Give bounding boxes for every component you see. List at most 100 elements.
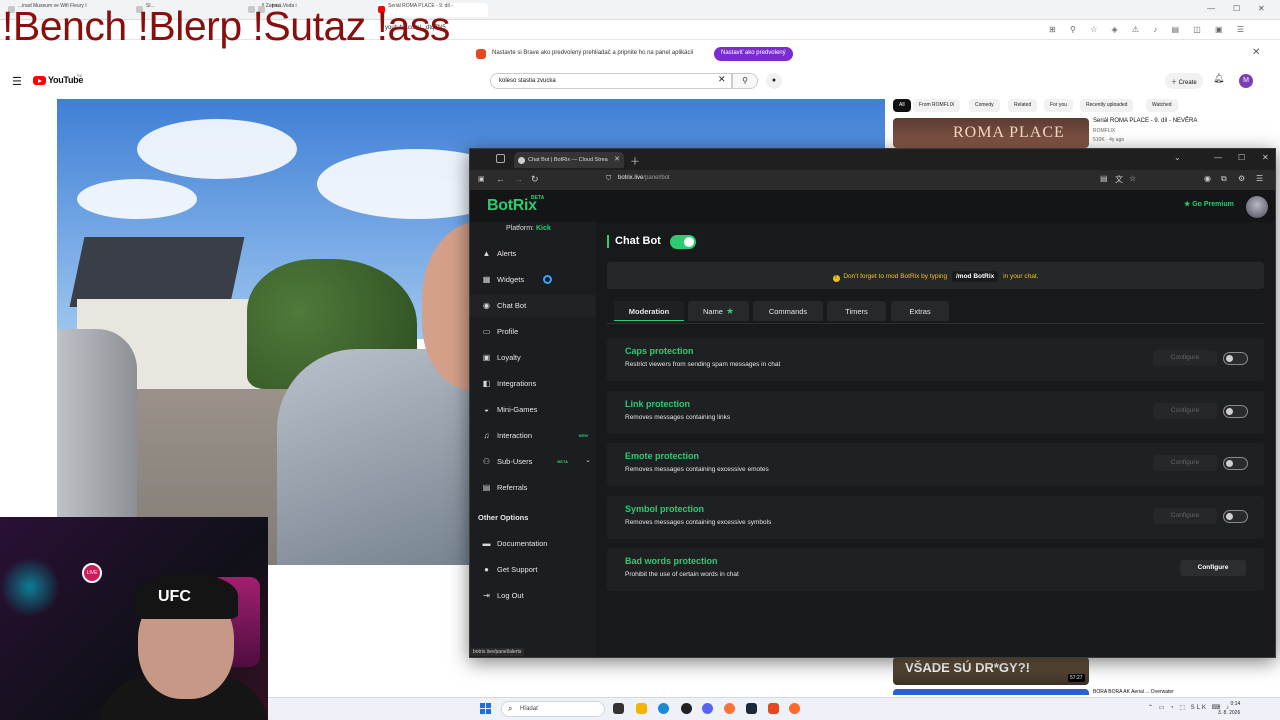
background-toolbar-icons[interactable]: ⊞ ⚲ ☆ ◈ ⚠ ♪ ▤ ◫ ▣ ☰	[1049, 25, 1250, 34]
chip-comedy[interactable]: Comedy	[969, 99, 1000, 112]
search-input[interactable]: koleso stastia zvucka	[490, 73, 732, 89]
botrix-logo[interactable]: BotRix	[487, 197, 537, 215]
tab-commands[interactable]: Commands	[753, 301, 823, 321]
search-icon[interactable]: ⚲	[732, 73, 758, 89]
sidebar-item-alerts[interactable]: ▲ Alerts	[470, 243, 596, 265]
firefox-icon[interactable]	[724, 703, 735, 714]
chip-related[interactable]: Related	[1008, 99, 1038, 112]
address-bar[interactable]: botrix.live/panel/bot	[618, 175, 670, 181]
chip-from-romflix[interactable]: From ROMFLIX	[913, 99, 961, 112]
chip-watched[interactable]: Watched	[1146, 99, 1178, 112]
chevron-down-icon[interactable]: ⌄	[585, 456, 591, 464]
new-tab-icon[interactable]: ＋	[630, 153, 640, 168]
discord-icon[interactable]	[702, 703, 713, 714]
sidebar-item-referrals[interactable]: ▤ Referrals	[470, 477, 596, 499]
set-default-button[interactable]: Nastaviť ako predvolený	[714, 47, 793, 61]
extensions-icon[interactable]: ⧉	[1221, 174, 1227, 184]
sidebar-item-integrations[interactable]: ◧ Integrations	[470, 373, 596, 395]
configure-button[interactable]: Configure	[1153, 455, 1217, 471]
sidebar-item-get-support[interactable]: ● Get Support	[470, 559, 596, 581]
caps-protection-toggle[interactable]	[1223, 352, 1248, 365]
edge-icon[interactable]	[658, 703, 669, 714]
hamburger-menu-icon[interactable]: ☰	[12, 75, 22, 88]
tab-title: Chat Bot | BotRix — Cloud Strea	[528, 157, 608, 163]
chevron-down-icon[interactable]: ⌄	[1174, 153, 1181, 162]
tab-actions-icon[interactable]	[496, 154, 505, 163]
reload-icon[interactable]: ↻	[531, 174, 539, 185]
star-icon: ★	[1184, 201, 1191, 208]
tab-name[interactable]: Name ★	[688, 301, 749, 321]
configure-button[interactable]: Configure	[1153, 403, 1217, 419]
sidebar-item-documentation[interactable]: ▬ Documentation	[470, 533, 596, 555]
gamepad-icon: ◒	[484, 405, 489, 414]
platform-selector[interactable]: Platform: Kick	[506, 225, 551, 232]
taskbar-clock[interactable]: 0:14 3. 8. 2026	[1218, 700, 1240, 718]
avatar[interactable]	[1246, 196, 1268, 218]
account-icon[interactable]: ◉	[1204, 174, 1211, 183]
firefox-dev-icon[interactable]	[789, 703, 800, 714]
brave-icon[interactable]	[768, 703, 779, 714]
link-protection-toggle[interactable]	[1223, 405, 1248, 418]
configure-button[interactable]: Configure	[1153, 350, 1217, 366]
windows-start-icon[interactable]	[480, 703, 492, 715]
close-icon[interactable]: ✕	[1258, 4, 1265, 13]
site-info-icon[interactable]: ⛉	[606, 175, 611, 183]
microphone-icon[interactable]: ●	[766, 73, 782, 89]
extension-icon[interactable]: ⚙	[1238, 174, 1245, 183]
sidebar-item-profile[interactable]: ▭ Profile	[470, 321, 596, 343]
minimize-icon[interactable]: —	[1214, 153, 1222, 162]
sidebar-item-mini-games[interactable]: ◒ Mini-Games	[470, 399, 596, 421]
recommendation-thumbnail[interactable]: VŠADE SÚ DR*GY?!	[893, 657, 1089, 685]
close-icon[interactable]: ✕	[1252, 47, 1260, 58]
taskbar-search-input[interactable]: Hľadať	[501, 701, 605, 717]
clear-search-icon[interactable]: ✕	[718, 74, 726, 85]
tab-moderation[interactable]: Moderation	[614, 301, 684, 321]
chat-bot-enable-toggle[interactable]	[670, 235, 696, 249]
sidebar-toggle-icon[interactable]: ▣	[478, 175, 485, 183]
back-icon[interactable]: ←	[496, 174, 505, 184]
recommendation-thumbnail[interactable]: ROMA PLACE	[893, 118, 1089, 148]
avatar[interactable]: M	[1239, 74, 1253, 88]
symbol-protection-toggle[interactable]	[1223, 510, 1248, 523]
tab-extras[interactable]: Extras	[891, 301, 949, 321]
close-window-icon[interactable]: ✕	[1262, 153, 1269, 162]
close-tab-icon[interactable]: ✕	[614, 155, 620, 163]
menu-icon[interactable]: ☰	[1256, 174, 1263, 183]
maximize-icon[interactable]: ☐	[1233, 4, 1240, 13]
emote-protection-toggle[interactable]	[1223, 457, 1248, 470]
chip-recently-uploaded[interactable]: Recently uploaded	[1080, 99, 1134, 112]
chip-all[interactable]: All	[893, 99, 911, 112]
sidebar-item-chat-bot[interactable]: ◉ Chat Bot	[470, 295, 596, 317]
configure-button[interactable]: Configure	[1153, 508, 1217, 524]
sidebar-item-sub-users[interactable]: ⚇ Sub-Users BETA ⌄	[470, 451, 596, 473]
bookmark-star-icon[interactable]: ☆	[1129, 174, 1136, 183]
obs-icon[interactable]	[681, 703, 692, 714]
minimize-icon[interactable]: —	[1207, 4, 1215, 13]
forward-icon[interactable]: →	[514, 174, 523, 184]
sidebar-item-log-out[interactable]: ⇥ Log Out	[470, 585, 596, 607]
tab-timers[interactable]: Timers	[827, 301, 886, 321]
youtube-logo-icon[interactable]	[33, 76, 46, 85]
recommendation-channel[interactable]: ROMFLIX	[1093, 128, 1115, 134]
task-view-icon[interactable]	[613, 703, 624, 714]
sidebar-item-widgets[interactable]: ▦ Widgets	[470, 269, 596, 291]
tab-chat-bot[interactable]: Chat Bot | BotRix — Cloud Strea ✕	[514, 152, 624, 168]
create-button[interactable]: ＋ Create	[1165, 73, 1203, 89]
recommendation-title[interactable]: BORA BORA AK Aerial ... Overwater	[1093, 689, 1174, 695]
steam-icon[interactable]	[746, 703, 757, 714]
recommendation-thumbnail[interactable]	[893, 689, 1089, 695]
go-premium-button[interactable]: ★ Go Premium	[1184, 200, 1234, 208]
translate-icon[interactable]: 文	[1115, 174, 1123, 185]
sidebar-item-interaction[interactable]: ♫ Interaction NEW	[470, 425, 596, 447]
bad-words-protection-card: Bad words protection Prohibit the use of…	[607, 548, 1264, 591]
maximize-icon[interactable]: ☐	[1238, 153, 1245, 162]
file-explorer-icon[interactable]	[636, 703, 647, 714]
sidebar-item-loyalty[interactable]: ▣ Loyalty	[470, 347, 596, 369]
reader-view-icon[interactable]: ▤	[1100, 174, 1108, 183]
notifications-bell-icon[interactable]: 🔔︎	[1213, 73, 1224, 84]
chip-for-you[interactable]: For you	[1044, 99, 1073, 112]
sidebar-item-label: Referrals	[497, 483, 528, 492]
language-indicator[interactable]: SLK	[1191, 705, 1208, 711]
configure-button[interactable]: Configure	[1180, 560, 1246, 576]
recommendation-title[interactable]: Seriál ROMA PLACE - 9. díl - NEVĚRA	[1093, 118, 1197, 124]
